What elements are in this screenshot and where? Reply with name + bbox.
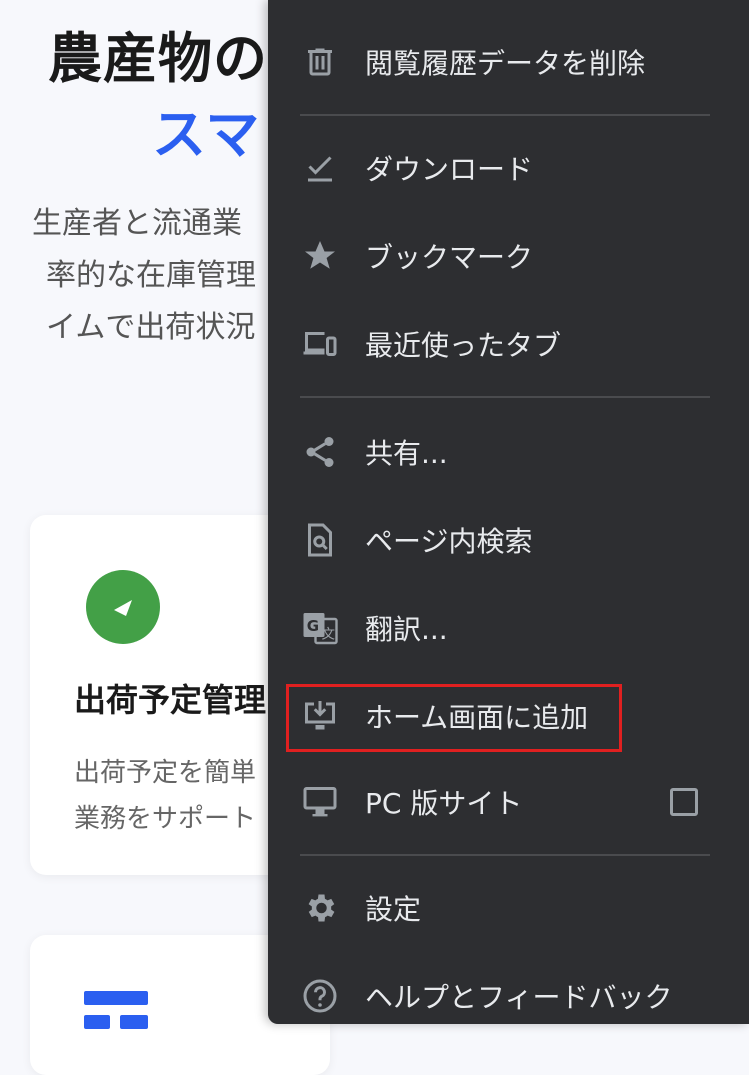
list-icon [84,991,148,1029]
hero-desc-line: 生産者と流通業 [32,206,242,241]
translate-icon: G文 [303,613,338,645]
desktop-site-checkbox[interactable] [670,788,698,816]
help-icon [303,979,337,1013]
check-circle-icon [86,570,160,644]
hero-description: 生産者と流通業 率的な在庫管理 イムで出荷状況 [32,198,292,354]
menu-item-settings[interactable]: 設定 [268,868,749,948]
gear-icon [308,894,335,922]
menu-divider [300,114,710,116]
menu-item-label: ブックマーク [365,241,534,274]
menu-item-clear-browsing-data[interactable]: 閲覧履歴データを削除 [268,22,749,102]
menu-item-bookmarks[interactable]: ブックマーク [268,216,749,296]
download-icon [308,156,332,182]
trash-icon [308,48,332,76]
menu-item-label: ダウンロード [365,153,534,186]
svg-text:文: 文 [322,627,336,643]
menu-item-find-in-page[interactable]: ページ内検索 [268,500,749,580]
menu-item-label: ヘルプとフィードバック [365,981,673,1014]
menu-item-label: 最近使ったタブ [365,329,562,362]
menu-item-downloads[interactable]: ダウンロード [268,128,749,208]
menu-item-translate[interactable]: G文 翻訳... [268,588,749,668]
menu-item-label: 閲覧履歴データを削除 [365,47,646,80]
card-title: 出荷予定管理 [74,681,267,719]
hero-title: 農産物の [48,27,268,90]
menu-divider [300,396,710,398]
card-description: 出荷予定を簡単 業務をサポート [74,750,256,842]
star-icon [305,241,335,269]
menu-item-recent-tabs[interactable]: 最近使ったタブ [268,304,749,384]
menu-item-help-feedback[interactable]: ヘルプとフィードバック [268,956,749,1036]
hero-desc-line: イムで出荷状況 [46,310,256,345]
menu-item-label: 共有... [365,437,448,470]
menu-divider [300,854,710,856]
menu-item-share[interactable]: 共有... [268,412,749,492]
highlight-box [286,684,622,752]
browser-overflow-menu: 閲覧履歴データを削除 ダウンロード ブックマーク 最近使ったタブ 共有... ペ… [268,0,749,1024]
devices-icon [303,332,337,356]
share-icon [306,437,334,467]
card-desc-line: 業務をサポート [74,804,257,834]
desktop-icon [303,787,337,817]
card-desc-line: 出荷予定を簡単 [74,758,257,788]
hero-title-accent: スマ [152,103,261,166]
menu-item-label: 翻訳... [365,613,448,646]
menu-item-label: ページ内検索 [365,525,533,558]
menu-item-label: 設定 [365,893,422,926]
find-in-page-icon [308,523,332,557]
menu-item-desktop-site[interactable]: PC 版サイト [268,762,749,842]
svg-text:G: G [307,617,319,635]
hero-desc-line: 率的な在庫管理 [46,258,256,293]
menu-item-label: PC 版サイト [365,787,523,820]
